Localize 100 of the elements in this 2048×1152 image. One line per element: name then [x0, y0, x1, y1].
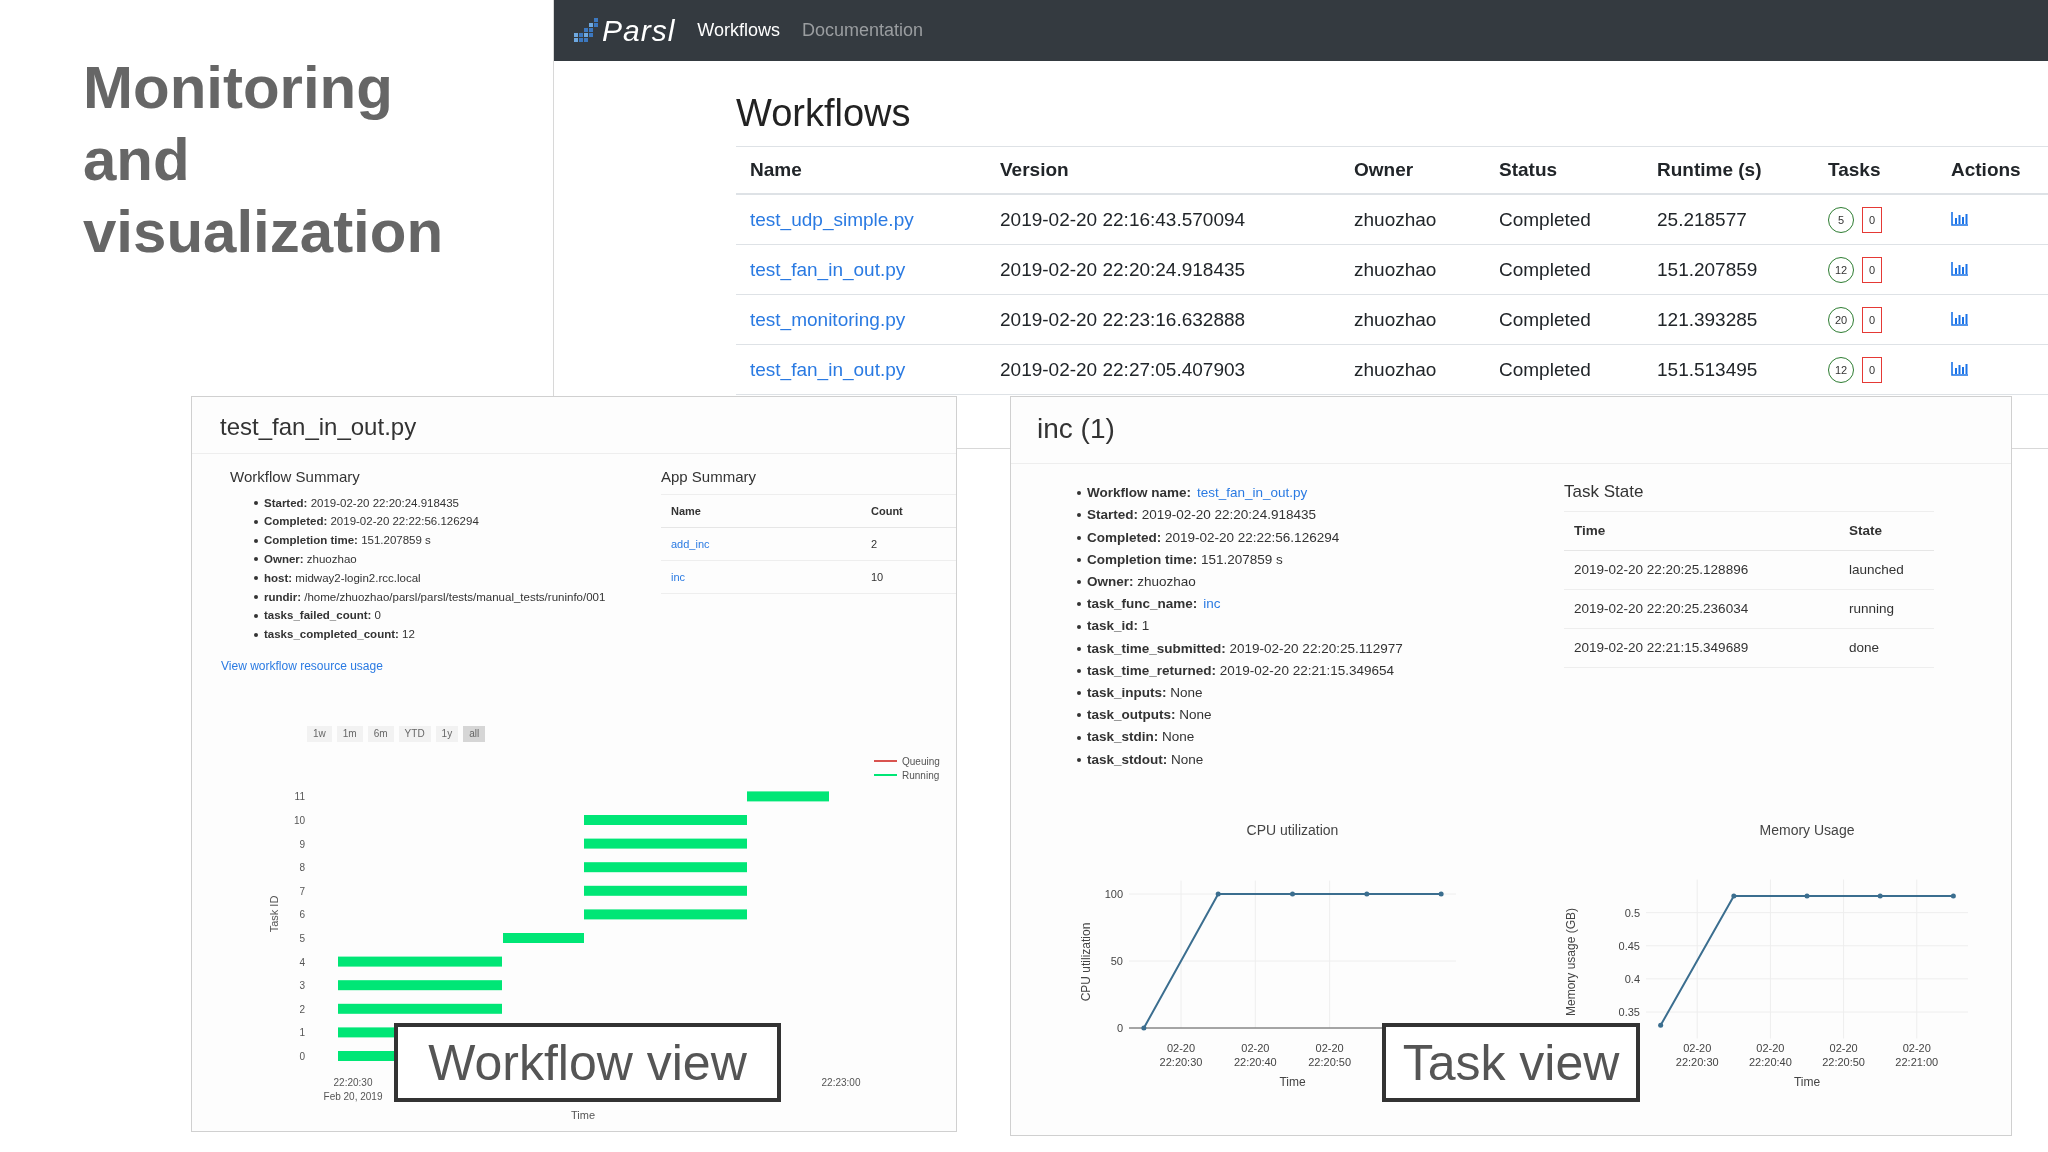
detail-link[interactable]: test_fan_in_out.py — [1197, 482, 1308, 505]
column-header: State — [1839, 511, 1934, 551]
bar-chart-icon[interactable] — [1951, 360, 1969, 376]
column-header: Owner — [1340, 146, 1485, 194]
workflow-link[interactable]: test_monitoring.py — [750, 308, 906, 330]
bullet-icon — [254, 538, 258, 543]
axis-tick-label: 02-20 22:20:30 — [1159, 1042, 1203, 1069]
bullet-icon — [254, 519, 258, 524]
resource-usage-link[interactable]: View workflow resource usage — [221, 657, 383, 674]
detail-link[interactable]: inc — [1203, 593, 1221, 616]
failed-count-badge: 0 — [1862, 256, 1882, 283]
brand-name[interactable]: Parsl — [602, 13, 676, 48]
bullet-icon — [1077, 735, 1081, 740]
axis-tick-label: Feb 20, 2019 — [323, 1090, 383, 1102]
summary-item: Completion time: 151.207859 s — [264, 533, 431, 549]
summary-item: tasks_completed_count: 12 — [264, 627, 415, 643]
workflow-link[interactable]: test_fan_in_out.py — [750, 258, 906, 280]
summary-item: rundir: /home/zhuozhao/parsl/parsl/tests/manual_tests/runinfo/001 — [264, 589, 606, 605]
bullet-icon — [254, 501, 258, 505]
column-header: Status — [1485, 146, 1643, 194]
bullet-icon — [1077, 691, 1081, 696]
data-point — [1804, 893, 1810, 899]
failed-count-badge: 0 — [1862, 356, 1882, 383]
table-cell: zhuozhao — [1340, 194, 1485, 245]
summary-item: Started: 2019-02-20 22:20:24.918435 — [264, 495, 459, 511]
data-point — [1877, 893, 1883, 899]
range-button[interactable]: 1y — [435, 725, 459, 742]
axis-title: CPU utilization — [1079, 922, 1093, 1002]
nav-link[interactable]: Documentation — [802, 20, 924, 41]
workflow-link[interactable]: test_fan_in_out.py — [750, 358, 906, 380]
bullet-icon — [1077, 757, 1081, 762]
summary-item: tasks_failed_count: 0 — [264, 608, 381, 624]
data-point — [1215, 891, 1221, 897]
column-header: Runtime (s) — [1643, 146, 1814, 194]
chart-title: CPU utilization — [1246, 822, 1339, 839]
app-link[interactable]: inc — [671, 570, 686, 583]
range-button[interactable]: 1w — [307, 725, 332, 742]
app-link[interactable]: add_inc — [671, 537, 710, 550]
axis-tick-label: 02-20 22:20:30 — [1675, 1042, 1719, 1069]
axis-tick-label: 50 — [1110, 955, 1123, 968]
caption-label: Task view — [1382, 1023, 1640, 1102]
column-header: Tasks — [1814, 146, 1937, 194]
bar-chart-icon[interactable] — [1951, 260, 1969, 276]
bullet-icon — [1077, 580, 1081, 585]
table-cell: 2019-02-20 22:27:05.407903 — [986, 344, 1340, 395]
table-cell: done — [1839, 628, 1934, 668]
range-button[interactable]: YTD — [398, 725, 431, 742]
data-point — [1290, 891, 1295, 897]
legend-label: Running — [902, 769, 940, 781]
table-cell: launched — [1839, 550, 1934, 590]
bar-chart-icon[interactable] — [1951, 210, 1969, 226]
nav-link[interactable]: Workflows — [697, 20, 781, 41]
axis-tick-label: 02-20 22:20:40 — [1233, 1042, 1277, 1069]
axis-tick-label: 2 — [299, 1003, 305, 1015]
range-button[interactable]: 6m — [367, 725, 394, 742]
axis-tick-label: 100 — [1104, 888, 1123, 901]
table-cell: zhuozhao — [1340, 294, 1485, 345]
bullet-icon — [1077, 602, 1081, 607]
field-label: Workflow name: — [1087, 484, 1191, 503]
bullet-icon — [254, 613, 258, 618]
axis-title: Time — [1279, 1075, 1306, 1090]
table-cell: 151.207859 — [1643, 244, 1814, 295]
table-cell: 2019-02-20 22:21:15.349689 — [1564, 628, 1839, 668]
detail-item: task_time_returned: 2019-02-20 22:21:15.349654 — [1087, 661, 1394, 680]
data-point — [1364, 891, 1370, 897]
detail-item: task_id: 1 — [1087, 617, 1150, 636]
detail-item: Completion time: 151.207859 s — [1087, 550, 1283, 569]
field-label: task_func_name: — [1087, 595, 1198, 614]
data-point — [1658, 1022, 1664, 1028]
axis-tick-label: 1 — [299, 1027, 305, 1039]
range-button[interactable]: all — [463, 725, 486, 742]
table-cell: 2019-02-20 22:16:43.570094 — [986, 194, 1340, 245]
axis-tick-label: 02-20 22:21:00 — [1895, 1042, 1939, 1069]
column-header: Time — [1564, 511, 1839, 551]
axis-tick-label: 02-20 22:20:50 — [1822, 1042, 1865, 1069]
axis-title: Time — [571, 1108, 595, 1121]
table-cell: zhuozhao — [1340, 344, 1485, 395]
bar-chart-icon[interactable] — [1951, 310, 1969, 326]
window-title: test_fan_in_out.py — [192, 397, 956, 454]
summary-item: Completed: 2019-02-20 22:22:56.126294 — [264, 514, 479, 530]
axis-tick-label: 5 — [299, 932, 305, 944]
caption-label: Workflow view — [394, 1023, 781, 1102]
axis-tick-label: 6 — [299, 909, 305, 921]
table-cell: Completed — [1485, 194, 1643, 245]
axis-tick-label: 0 — [1116, 1022, 1123, 1035]
workflow-link[interactable]: test_udp_simple.py — [750, 208, 914, 230]
axis-tick-label: 0.45 — [1618, 939, 1640, 952]
slide-title: Monitoring and visualization — [83, 53, 445, 267]
axis-tick-label: 9 — [299, 838, 305, 850]
bullet-icon — [1077, 557, 1081, 562]
column-header: Name — [736, 146, 986, 194]
axis-tick-label: 7 — [299, 885, 305, 897]
bullet-icon — [254, 632, 258, 637]
summary-item: host: midway2-login2.rcc.local — [264, 570, 421, 586]
axis-tick-label: 0.5 — [1624, 906, 1640, 919]
data-point — [1438, 891, 1444, 897]
logo-icon — [572, 17, 598, 44]
range-button[interactable]: 1m — [336, 725, 363, 742]
bullet-icon — [1077, 624, 1081, 629]
axis-tick-label: 0 — [299, 1050, 305, 1062]
